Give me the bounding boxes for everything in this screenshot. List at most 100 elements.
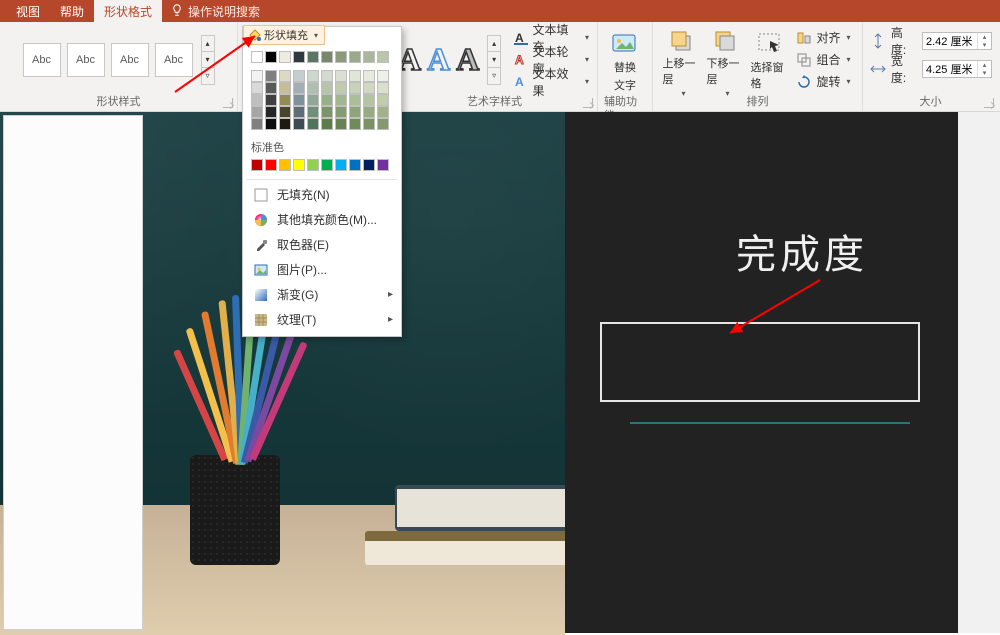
- color-swatch[interactable]: [251, 94, 263, 106]
- color-swatch[interactable]: [377, 51, 389, 63]
- color-swatch[interactable]: [251, 70, 263, 82]
- slide-title-text[interactable]: 完成度: [736, 222, 868, 280]
- color-swatch[interactable]: [349, 94, 361, 106]
- chevron-up-icon[interactable]: ▴: [978, 33, 991, 41]
- color-swatch[interactable]: [349, 70, 361, 82]
- wordart-preset[interactable]: A: [427, 41, 450, 78]
- texture-fill-item[interactable]: 纹理(T) ▸: [243, 307, 401, 332]
- color-swatch[interactable]: [307, 82, 319, 94]
- color-swatch[interactable]: [377, 118, 389, 130]
- color-swatch[interactable]: [363, 94, 375, 106]
- color-swatch[interactable]: [279, 94, 291, 106]
- chevron-down-icon[interactable]: ▾: [488, 52, 500, 68]
- color-swatch[interactable]: [363, 106, 375, 118]
- tab-help[interactable]: 帮助: [50, 0, 94, 23]
- tab-view[interactable]: 视图: [6, 0, 50, 23]
- color-swatch[interactable]: [307, 159, 319, 171]
- color-swatch[interactable]: [265, 70, 277, 82]
- color-swatch[interactable]: [265, 159, 277, 171]
- text-effects-button[interactable]: A 文本效果 ▾: [511, 72, 591, 92]
- selection-pane-button[interactable]: 选择窗格: [750, 27, 790, 93]
- color-swatch[interactable]: [265, 106, 277, 118]
- no-fill-item[interactable]: 无填充(N): [243, 182, 401, 207]
- dialog-launcher-icon[interactable]: [583, 98, 593, 108]
- width-value[interactable]: [923, 61, 977, 77]
- color-swatch[interactable]: [363, 51, 375, 63]
- color-swatch[interactable]: [335, 82, 347, 94]
- tell-me-search[interactable]: 操作说明搜索: [162, 0, 268, 23]
- color-swatch[interactable]: [251, 118, 263, 130]
- dialog-launcher-icon[interactable]: [223, 98, 233, 108]
- align-button[interactable]: 对齐▾: [794, 28, 852, 48]
- bring-forward-button[interactable]: 上移一层 ▾: [662, 27, 702, 93]
- height-value[interactable]: [923, 33, 977, 49]
- chevron-down-icon[interactable]: ▾: [202, 52, 214, 68]
- color-swatch[interactable]: [265, 94, 277, 106]
- gallery-expand-icon[interactable]: ▿: [202, 68, 214, 83]
- gallery-expand-icon[interactable]: ▿: [488, 68, 500, 83]
- color-swatch[interactable]: [377, 106, 389, 118]
- width-input[interactable]: ▴▾: [922, 60, 992, 78]
- shape-style-preset[interactable]: Abc: [111, 43, 149, 77]
- color-swatch[interactable]: [321, 70, 333, 82]
- alt-text-button[interactable]: 替换 文字: [605, 27, 645, 93]
- picture-fill-item[interactable]: 图片(P)...: [243, 257, 401, 282]
- color-swatch[interactable]: [279, 82, 291, 94]
- color-swatch[interactable]: [349, 51, 361, 63]
- color-swatch[interactable]: [349, 159, 361, 171]
- rotate-button[interactable]: 旋转▾: [794, 72, 852, 92]
- color-swatch[interactable]: [377, 70, 389, 82]
- group-objects-button[interactable]: 组合▾: [794, 50, 852, 70]
- color-swatch[interactable]: [265, 82, 277, 94]
- color-swatch[interactable]: [321, 82, 333, 94]
- color-swatch[interactable]: [293, 106, 305, 118]
- color-swatch[interactable]: [377, 94, 389, 106]
- color-swatch[interactable]: [349, 118, 361, 130]
- color-swatch[interactable]: [363, 118, 375, 130]
- color-swatch[interactable]: [293, 159, 305, 171]
- chevron-up-icon[interactable]: ▴: [488, 36, 500, 52]
- color-swatch[interactable]: [279, 159, 291, 171]
- color-swatch[interactable]: [321, 51, 333, 63]
- color-swatch[interactable]: [363, 82, 375, 94]
- color-swatch[interactable]: [363, 159, 375, 171]
- slide[interactable]: 完成度: [0, 112, 958, 633]
- chevron-down-icon[interactable]: ▾: [978, 69, 991, 77]
- shape-style-preset[interactable]: Abc: [23, 43, 61, 77]
- color-swatch[interactable]: [321, 106, 333, 118]
- progress-bar-outer-shape[interactable]: [600, 322, 920, 402]
- eyedropper-item[interactable]: 取色器(E): [243, 232, 401, 257]
- color-swatch[interactable]: [363, 70, 375, 82]
- color-swatch[interactable]: [279, 51, 291, 63]
- wordart-gallery[interactable]: A A A: [398, 41, 479, 78]
- color-swatch[interactable]: [293, 118, 305, 130]
- color-swatch[interactable]: [335, 106, 347, 118]
- wordart-gallery-scroll[interactable]: ▴ ▾ ▿: [487, 35, 501, 85]
- color-swatch[interactable]: [335, 118, 347, 130]
- color-swatch[interactable]: [251, 82, 263, 94]
- send-backward-button[interactable]: 下移一层 ▾: [706, 27, 746, 93]
- chevron-up-icon[interactable]: ▴: [978, 61, 991, 69]
- dialog-launcher-icon[interactable]: [984, 98, 994, 108]
- color-swatch[interactable]: [377, 82, 389, 94]
- gradient-fill-item[interactable]: 渐变(G) ▸: [243, 282, 401, 307]
- color-swatch[interactable]: [335, 51, 347, 63]
- color-swatch[interactable]: [335, 94, 347, 106]
- color-swatch[interactable]: [321, 94, 333, 106]
- style-gallery-scroll[interactable]: ▴ ▾ ▿: [201, 35, 215, 85]
- shape-style-preset[interactable]: Abc: [67, 43, 105, 77]
- color-swatch[interactable]: [251, 51, 263, 63]
- color-swatch[interactable]: [293, 94, 305, 106]
- color-swatch[interactable]: [349, 82, 361, 94]
- more-fill-colors-item[interactable]: 其他填充颜色(M)...: [243, 207, 401, 232]
- color-swatch[interactable]: [335, 159, 347, 171]
- color-swatch[interactable]: [279, 106, 291, 118]
- color-swatch[interactable]: [307, 118, 319, 130]
- color-swatch[interactable]: [321, 159, 333, 171]
- color-swatch[interactable]: [279, 118, 291, 130]
- color-swatch[interactable]: [335, 70, 347, 82]
- shape-style-preset[interactable]: Abc: [155, 43, 193, 77]
- height-input[interactable]: ▴▾: [922, 32, 992, 50]
- color-swatch[interactable]: [321, 118, 333, 130]
- color-swatch[interactable]: [307, 106, 319, 118]
